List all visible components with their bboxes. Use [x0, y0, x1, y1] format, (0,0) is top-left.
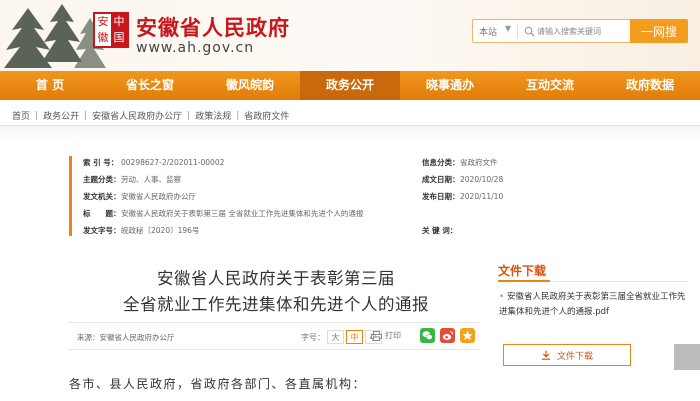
article-toolbar: 来源：安徽省人民政府办公厅 字号： 大 中 小 打印	[69, 322, 479, 350]
meta-index: 索 引 号： 00298627-2/202011-00002	[83, 157, 224, 168]
breadcrumb-item[interactable]: 政策法规	[195, 109, 231, 122]
logo-char: 安	[97, 15, 109, 28]
floating-side-button[interactable]	[674, 344, 700, 370]
search-input[interactable]	[537, 23, 617, 39]
meta-label: 索 引 号：	[83, 158, 119, 167]
search-button[interactable]: 一网搜	[630, 19, 688, 43]
nav-item-culture[interactable]: 徽风皖韵	[200, 71, 300, 100]
nav-item-data[interactable]: 政府数据	[600, 71, 700, 100]
breadcrumb-item[interactable]: 首页	[12, 109, 30, 122]
meta-label: 标 题：	[83, 209, 121, 218]
print-label: 打印	[385, 331, 401, 340]
weibo-icon	[442, 331, 454, 340]
share-weibo-button[interactable]	[440, 328, 455, 343]
site-logo[interactable]: 安 中 徽 国	[93, 12, 129, 48]
download-icon	[541, 350, 550, 360]
printer-icon	[371, 330, 382, 341]
meta-accent-bar	[69, 156, 72, 236]
search-box: 本站 ▼ 一网搜	[472, 19, 688, 43]
meta-created: 成文日期：2020/10/28	[422, 174, 503, 185]
nav-item-gov-affairs[interactable]: 政务公开	[300, 71, 400, 100]
main-nav: 首 页 省长之窗 徽风皖韵 政务公开 晓事通办 互动交流 政府数据	[0, 71, 700, 100]
download-file-name: 安徽省人民政府关于表彰第三届全省就业工作先进集体和先进个人的通报.pdf	[499, 292, 686, 317]
nav-item-governor[interactable]: 省长之窗	[100, 71, 200, 100]
font-size-large-button[interactable]: 大	[327, 330, 344, 344]
logo-char: 中	[111, 14, 127, 30]
meta-title: 标 题：安徽省人民政府关于表彰第三届 全省就业工作先进集体和先进个人的通报	[83, 208, 363, 219]
meta-value: 2020/10/28	[460, 175, 504, 184]
site-title[interactable]: 安徽省人民政府	[136, 12, 290, 42]
meta-published: 发布日期：2020/11/10	[422, 191, 503, 202]
breadcrumb-item[interactable]: 安徽省人民政府办公厅	[92, 109, 182, 122]
breadcrumb-separator: |	[236, 110, 240, 121]
site-header: 安 中 徽 国 安徽省人民政府 www.ah.gov.cn 本站 ▼ 一网搜	[0, 0, 700, 71]
nav-item-interaction[interactable]: 互动交流	[500, 71, 600, 100]
meta-label: 发文字号：	[83, 226, 121, 235]
breadcrumb-shadow	[0, 126, 700, 140]
meta-keywords: 关 键 词：	[422, 225, 460, 236]
meta-docno: 发文字号：皖政秘〔2020〕196号	[83, 225, 199, 236]
meta-value: 劳动、人事、监察	[121, 175, 181, 184]
logo-char: 徽	[97, 31, 109, 44]
meta-value: 省政府文件	[460, 158, 498, 167]
download-file-link[interactable]: • 安徽省人民政府关于表彰第三届全省就业工作先进集体和先进个人的通报.pdf	[499, 290, 689, 320]
chevron-down-icon[interactable]: ▼	[505, 24, 511, 33]
meta-value: 00298627-2/202011-00002	[121, 158, 225, 167]
share-wechat-button[interactable]	[420, 328, 435, 343]
search-scope-select[interactable]: 本站	[479, 25, 497, 38]
font-size-label: 字号：	[301, 332, 325, 342]
download-button-label: 文件下载	[556, 351, 593, 362]
nav-item-home[interactable]: 首 页	[0, 71, 100, 100]
meta-category: 信息分类：省政府文件	[422, 157, 498, 168]
article-title-line-2: 全省就业工作先进集体和先进个人的通报	[123, 295, 429, 314]
meta-value: 皖政秘〔2020〕196号	[121, 226, 200, 235]
meta-label: 主题分类：	[83, 175, 121, 184]
breadcrumb-item[interactable]: 省政府文件	[244, 109, 289, 122]
article-source: 来源：安徽省人民政府办公厅	[77, 333, 175, 342]
meta-value: 2020/11/10	[460, 192, 504, 201]
font-size-medium-button[interactable]: 中	[346, 330, 363, 344]
logo-char: 国	[111, 30, 127, 46]
download-heading: 文件下载	[498, 264, 547, 278]
font-size-control: 字号： 大 中 小	[301, 330, 382, 344]
breadcrumb: 首页 | 政务公开 | 安徽省人民政府办公厅 | 政策法规 | 省政府文件	[12, 109, 289, 123]
meta-value: 安徽省人民政府办公厅	[121, 192, 196, 201]
meta-topic: 主题分类：劳动、人事、监察	[83, 174, 181, 185]
meta-label: 发布日期：	[422, 192, 460, 201]
breadcrumb-separator: |	[84, 110, 88, 121]
nav-item-services[interactable]: 晓事通办	[400, 71, 500, 100]
meta-label: 信息分类：	[422, 158, 460, 167]
search-divider	[517, 25, 518, 38]
article-salutation: 各市、县人民政府，省政府各部门、各直属机构：	[69, 377, 367, 391]
meta-issuer: 发文机关：安徽省人民政府办公厅	[83, 191, 196, 202]
print-button[interactable]: 打印	[371, 330, 401, 341]
document-meta: 索 引 号： 00298627-2/202011-00002 信息分类：省政府文件…	[69, 153, 634, 238]
breadcrumb-item[interactable]: 政务公开	[43, 109, 79, 122]
download-divider-accent	[498, 280, 550, 282]
meta-value: 安徽省人民政府关于表彰第三届 全省就业工作先进集体和先进个人的通报	[121, 209, 364, 218]
star-icon	[462, 330, 473, 340]
meta-label: 成文日期：	[422, 175, 460, 184]
bullet-icon: •	[499, 292, 505, 302]
meta-label: 关 键 词：	[422, 226, 458, 235]
download-button[interactable]: 文件下载	[503, 344, 631, 366]
breadcrumb-separator: |	[187, 110, 191, 121]
meta-label: 发文机关：	[83, 192, 121, 201]
search-icon	[524, 26, 535, 37]
wechat-icon	[422, 331, 433, 340]
share-qzone-button[interactable]	[460, 328, 475, 343]
article-title-line-1: 安徽省人民政府关于表彰第三届	[157, 269, 395, 288]
breadcrumb-separator: |	[35, 110, 39, 121]
site-domain: www.ah.gov.cn	[136, 40, 255, 56]
